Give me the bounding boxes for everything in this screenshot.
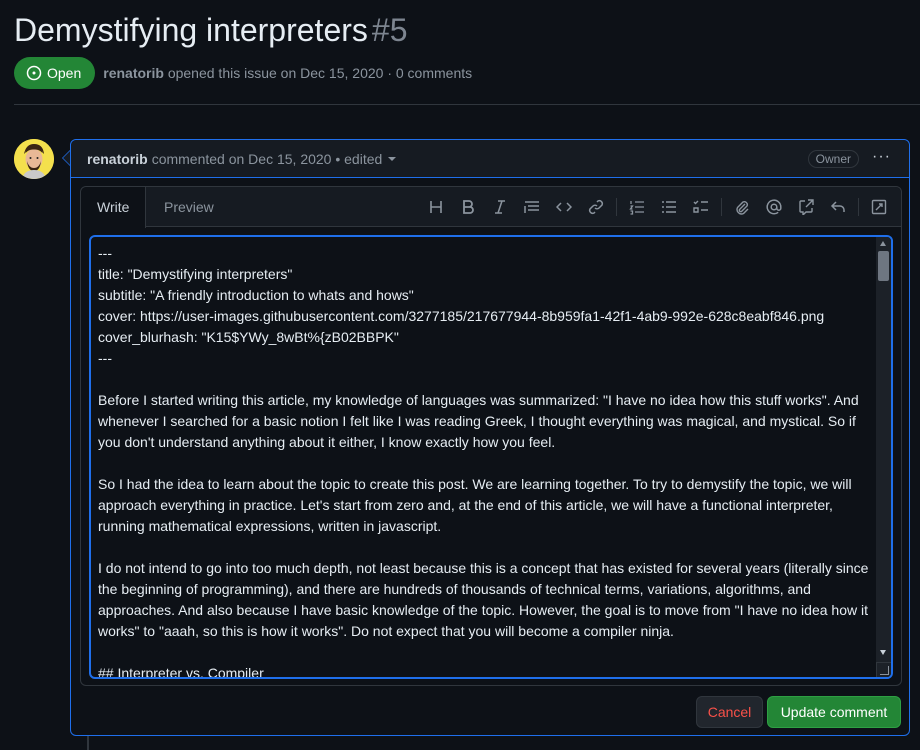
avatar[interactable] (14, 139, 54, 179)
issue-state-label: Open (47, 65, 82, 81)
mention-icon[interactable] (758, 191, 790, 223)
markdown-editor: Write Preview --- title: "Demystifying i… (80, 186, 902, 686)
header-divider (14, 104, 920, 105)
issue-title-text: Demystifying interpreters (14, 12, 368, 48)
update-comment-button[interactable]: Update comment (767, 696, 901, 728)
toolbar-separator (616, 198, 617, 216)
issue-meta: Open renatorib opened this issue on Dec … (14, 57, 472, 89)
reply-icon[interactable] (822, 191, 854, 223)
scroll-down-icon[interactable] (880, 650, 886, 655)
heading-icon[interactable] (420, 191, 452, 223)
cancel-button[interactable]: Cancel (696, 696, 763, 728)
comment-edit-box: renatorib commented on Dec 15, 2020 • ed… (70, 139, 910, 736)
issue-state-badge: Open (14, 57, 96, 89)
textarea-scrollbar[interactable] (876, 237, 891, 677)
task-list-icon[interactable] (685, 191, 717, 223)
timeline-line (87, 736, 89, 750)
issue-author-link[interactable]: renatorib (103, 65, 164, 81)
ordered-list-icon[interactable] (621, 191, 653, 223)
comment-pointer-fill (63, 151, 70, 165)
quote-icon[interactable] (516, 191, 548, 223)
comment-body-text[interactable]: --- title: "Demystifying interpreters" s… (98, 243, 874, 677)
comment-author-link[interactable]: renatorib (87, 151, 148, 167)
fullscreen-icon[interactable] (863, 191, 895, 223)
comment-options-icon[interactable]: ··· (872, 148, 891, 166)
unordered-list-icon[interactable] (653, 191, 685, 223)
issue-number: #5 (371, 12, 408, 48)
issue-open-icon (26, 65, 42, 81)
editor-tab-bar: Write Preview (81, 187, 901, 228)
comment-header-text: commented on Dec 15, 2020 • edited (151, 150, 383, 167)
bold-icon[interactable] (452, 191, 484, 223)
attach-icon[interactable] (726, 191, 758, 223)
scroll-up-icon[interactable] (880, 241, 886, 246)
issue-title: Demystifying interpreters #5 (14, 12, 407, 49)
comment-textarea[interactable]: --- title: "Demystifying interpreters" s… (89, 235, 893, 679)
issue-meta-suffix: opened this issue on Dec 15, 2020 · 0 co… (167, 65, 473, 81)
toolbar-separator (858, 198, 859, 216)
code-icon[interactable] (548, 191, 580, 223)
edited-dropdown-icon[interactable] (388, 156, 397, 161)
cross-reference-icon[interactable] (790, 191, 822, 223)
comment-header: renatorib commented on Dec 15, 2020 • ed… (71, 140, 909, 178)
link-icon[interactable] (580, 191, 612, 223)
italic-icon[interactable] (484, 191, 516, 223)
owner-badge: Owner (807, 150, 859, 168)
resize-handle-icon[interactable] (876, 662, 891, 677)
toolbar-separator (721, 198, 722, 216)
scroll-thumb[interactable] (878, 251, 889, 281)
issue-meta-text: renatorib opened this issue on Dec 15, 2… (103, 65, 472, 81)
markdown-toolbar (420, 187, 895, 227)
tab-write[interactable]: Write (81, 187, 147, 228)
tab-preview[interactable]: Preview (148, 187, 230, 227)
